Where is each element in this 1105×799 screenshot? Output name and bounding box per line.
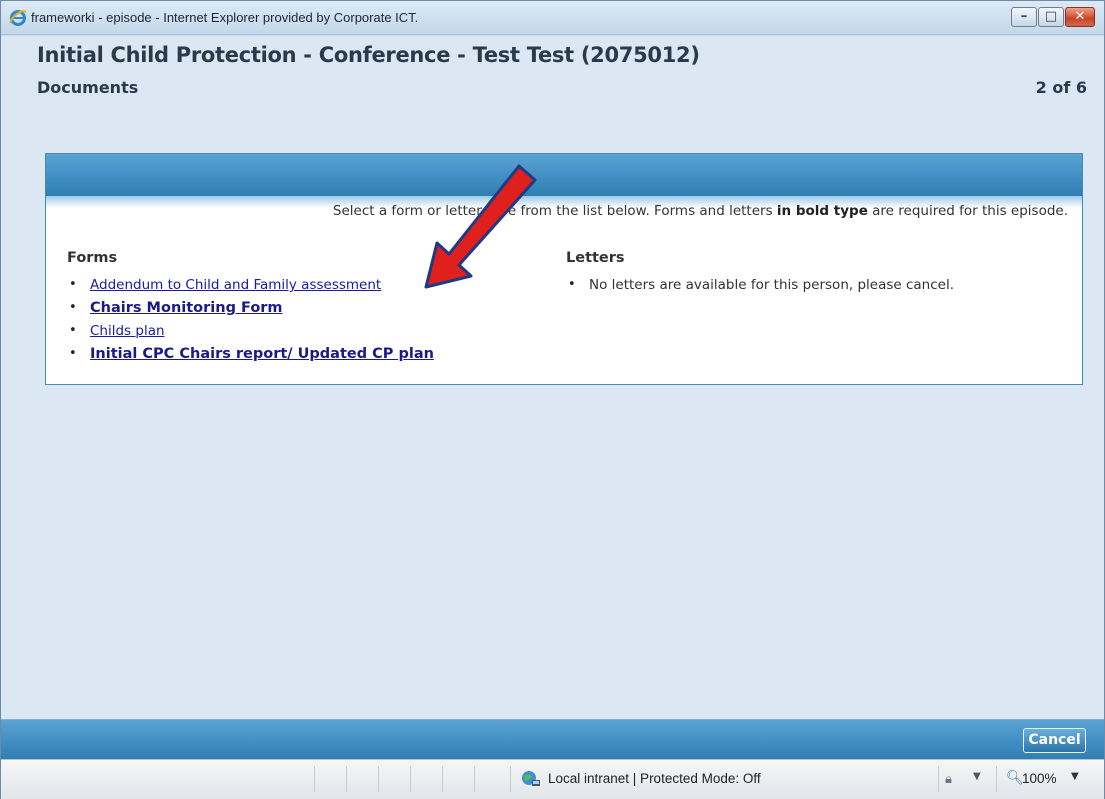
- status-cell: [346, 766, 378, 792]
- no-letters-message: No letters are available for this person…: [589, 277, 955, 293]
- browser-window: frameworki - episode - Internet Explorer…: [0, 0, 1105, 799]
- security-zone-text[interactable]: Local intranet | Protected Mode: Off: [548, 771, 761, 786]
- status-cell: [442, 766, 474, 792]
- forms-list: • Addendum to Child and Family assessment…: [67, 275, 434, 367]
- list-item: • Initial CPC Chairs report/ Updated CP p…: [67, 344, 434, 367]
- minimize-icon: –: [1020, 9, 1028, 24]
- close-icon: ✕: [1074, 9, 1086, 24]
- bullet: •: [69, 346, 77, 361]
- list-item: • Chairs Monitoring Form: [67, 298, 434, 321]
- annotation-arrow-icon: [424, 164, 537, 289]
- panel-header: [46, 154, 1082, 196]
- close-button[interactable]: ✕: [1065, 7, 1095, 27]
- chevron-down-icon[interactable]: ▼: [1071, 771, 1079, 782]
- ie-logo-icon: [9, 10, 27, 26]
- bullet: •: [568, 277, 576, 292]
- list-item: • Addendum to Child and Family assessment: [67, 275, 434, 298]
- form-link-initial-cpc-report[interactable]: Initial CPC Chairs report/ Updated CP pl…: [90, 346, 434, 362]
- window-title: frameworki - episode - Internet Explorer…: [31, 10, 419, 25]
- form-link-childs-plan[interactable]: Childs plan: [90, 323, 165, 339]
- intranet-globe-icon: [522, 771, 540, 786]
- lock-icon[interactable]: 🔒︎: [945, 772, 967, 790]
- form-link-chairs-monitoring[interactable]: Chairs Monitoring Form: [90, 300, 283, 316]
- step-indicator: 2 of 6: [1035, 78, 1087, 97]
- status-cell: [474, 766, 510, 792]
- instructions-bold: in bold type: [776, 203, 868, 219]
- title-bar: frameworki - episode - Internet Explorer…: [1, 1, 1104, 35]
- cancel-button[interactable]: Cancel: [1023, 728, 1086, 753]
- status-cell: [378, 766, 410, 792]
- minimize-button[interactable]: –: [1011, 7, 1037, 27]
- documents-panel: Select a form or letter type from the li…: [45, 153, 1083, 385]
- list-item: • No letters are available for this perso…: [566, 275, 954, 298]
- letters-heading: Letters: [566, 250, 625, 266]
- letters-list: • No letters are available for this perso…: [566, 275, 954, 298]
- form-link-addendum[interactable]: Addendum to Child and Family assessment: [90, 277, 381, 293]
- chevron-down-icon[interactable]: ▼: [973, 771, 981, 782]
- footer-bar: Cancel: [1, 719, 1104, 759]
- forms-heading: Forms: [67, 250, 118, 266]
- bullet: •: [69, 300, 77, 315]
- bullet: •: [69, 277, 77, 292]
- status-cell: [314, 766, 346, 792]
- status-bar: Local intranet | Protected Mode: Off 🔒︎ …: [1, 759, 1104, 799]
- maximize-icon: □: [1044, 9, 1058, 24]
- zoom-level[interactable]: 100%: [1022, 771, 1057, 786]
- status-cell: [410, 766, 442, 792]
- bullet: •: [69, 323, 77, 338]
- section-title: Documents: [37, 78, 139, 97]
- list-item: • Childs plan: [67, 321, 434, 344]
- page-title: Initial Child Protection - Conference - …: [37, 43, 700, 67]
- instructions-pre: Select a form or letter type from the li…: [332, 203, 777, 219]
- instructions-post: are required for this episode.: [867, 203, 1068, 219]
- maximize-button[interactable]: □: [1038, 7, 1064, 27]
